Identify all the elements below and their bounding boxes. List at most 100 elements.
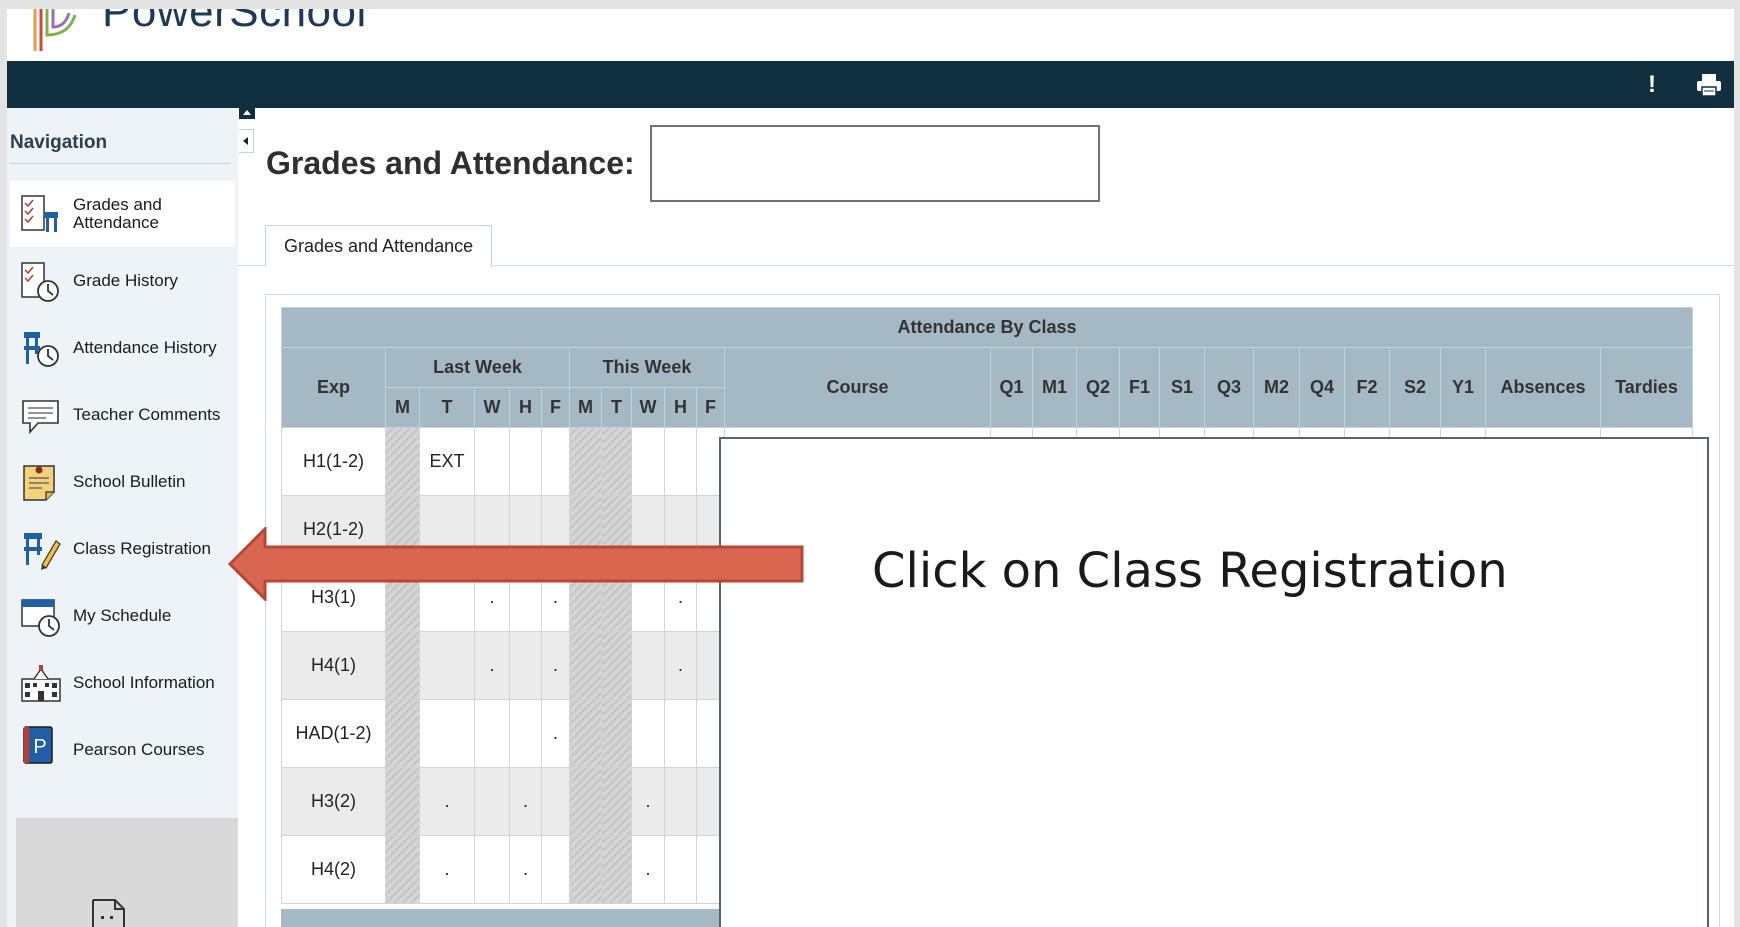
attendance-day-cell: . <box>419 835 475 904</box>
callout-box <box>719 437 1709 927</box>
grade-history-icon <box>21 262 59 302</box>
attendance-day-cell: . <box>509 835 542 904</box>
attendance-day-cell <box>385 631 420 700</box>
attendance-day-cell <box>601 767 632 836</box>
attendance-day-cell <box>631 699 665 768</box>
arrow-pointer-icon <box>227 527 804 601</box>
printer-icon[interactable] <box>1696 73 1722 97</box>
table-footer <box>281 909 719 927</box>
attendance-day-cell <box>474 835 510 904</box>
attendance-day-cell: . <box>419 767 475 836</box>
attendance-history-icon <box>24 332 59 367</box>
powerschool-logo[interactable]: PowerSchool <box>7 9 507 61</box>
day-header: F <box>541 387 570 428</box>
svg-text:P: P <box>33 736 46 758</box>
sidebar-item-pearson-courses[interactable]: P Pearson Courses <box>10 717 235 783</box>
page-title: Grades and Attendance: <box>266 145 635 181</box>
day-header: F <box>696 387 725 428</box>
column-header-q3: Q3 <box>1204 347 1254 428</box>
attendance-day-cell <box>601 699 632 768</box>
column-header-q1: Q1 <box>990 347 1033 428</box>
attendance-day-cell <box>541 427 570 496</box>
sidebar-item-label: School Bulletin <box>73 472 186 491</box>
sidebar-item-school-bulletin[interactable]: School Bulletin <box>10 449 235 515</box>
table-caption: Attendance By Class <box>281 307 1693 348</box>
sidebar-item-attendance-history[interactable]: Attendance History <box>10 315 235 381</box>
sidebar-item-class-registration[interactable]: Class Registration <box>10 516 235 582</box>
powerschool-logo-icon <box>33 9 77 51</box>
sidebar-item-label: My Schedule <box>73 606 172 625</box>
column-header-course[interactable]: Course <box>724 347 991 428</box>
grades-attendance-icon <box>21 195 58 232</box>
caret-up-icon <box>243 110 251 115</box>
attendance-day-cell <box>664 835 697 904</box>
attendance-day-cell <box>601 427 632 496</box>
attendance-day-cell <box>569 835 602 904</box>
exp-cell[interactable]: H4(1) <box>281 631 386 700</box>
tab-grades-and-attendance[interactable]: Grades and Attendance <box>265 225 493 267</box>
attendance-day-cell <box>569 767 602 836</box>
attendance-day-cell <box>569 699 602 768</box>
sidebar-item-label: Grade History <box>73 271 178 290</box>
app-frame: PowerSchool ! Navigation Grades and Atte… <box>7 9 1734 927</box>
attendance-day-cell <box>601 835 632 904</box>
day-header: M <box>569 387 602 428</box>
pearson-courses-icon: P <box>23 726 53 764</box>
attendance-day-cell <box>541 835 570 904</box>
column-header-q4: Q4 <box>1299 347 1345 428</box>
column-header-tardies: Tardies <box>1600 347 1693 428</box>
column-header-absences: Absences <box>1485 347 1601 428</box>
school-information-icon <box>21 665 61 702</box>
navigation-divider <box>10 163 230 164</box>
logo-text: PowerSchool <box>102 9 367 36</box>
attendance-day-cell <box>509 699 542 768</box>
sidebar-item-school-information[interactable]: School Information <box>10 650 235 716</box>
attendance-day-cell <box>474 427 510 496</box>
attendance-day-cell: . <box>541 699 570 768</box>
exp-cell[interactable]: H3(2) <box>281 767 386 836</box>
attendance-day-cell <box>569 427 602 496</box>
attendance-day-cell <box>509 427 542 496</box>
sidebar-item-teacher-comments[interactable]: Teacher Comments <box>10 382 235 448</box>
navigation-title: Navigation <box>10 132 108 153</box>
sidebar-item-my-schedule[interactable]: My Schedule <box>10 583 235 649</box>
sidebar-item-grade-history[interactable]: Grade History <box>10 248 235 314</box>
attendance-day-cell: . <box>631 767 665 836</box>
document-icon <box>92 899 125 927</box>
sidebar-item-label: Pearson Courses <box>73 740 205 759</box>
exp-cell[interactable]: H1(1-2) <box>281 427 386 496</box>
attendance-day-cell: EXT <box>419 427 475 496</box>
day-header: H <box>664 387 697 428</box>
day-header: T <box>601 387 632 428</box>
collapse-sidebar-button[interactable] <box>239 129 254 153</box>
attendance-day-cell: . <box>474 631 510 700</box>
day-header: W <box>474 387 510 428</box>
column-header-this-week: This Week <box>569 347 725 388</box>
column-header-exp[interactable]: Exp <box>281 347 386 428</box>
class-registration-icon <box>24 533 61 570</box>
attendance-day-cell <box>664 427 697 496</box>
column-header-s2: S2 <box>1389 347 1441 428</box>
sidebar-item-label: Class Registration <box>73 539 211 558</box>
sidebar-item-grades-and-attendance[interactable]: Grades and Attendance <box>10 181 235 247</box>
attendance-day-cell <box>664 767 697 836</box>
school-bulletin-icon <box>23 465 55 501</box>
column-header-q2: Q2 <box>1076 347 1120 428</box>
attendance-day-cell: . <box>664 631 697 700</box>
attendance-day-cell <box>385 767 420 836</box>
exp-cell[interactable]: H4(2) <box>281 835 386 904</box>
attendance-day-cell: . <box>631 835 665 904</box>
day-header: T <box>419 387 475 428</box>
alert-icon[interactable]: ! <box>1648 73 1656 97</box>
sidebar-bottom-panel <box>16 818 238 927</box>
attendance-day-cell <box>631 427 665 496</box>
collapse-up-button[interactable] <box>239 105 255 119</box>
attendance-day-cell <box>664 699 697 768</box>
attendance-day-cell <box>385 699 420 768</box>
exp-cell[interactable]: HAD(1-2) <box>281 699 386 768</box>
column-header-f2: F2 <box>1344 347 1390 428</box>
attendance-day-cell <box>385 427 420 496</box>
attendance-day-cell <box>385 835 420 904</box>
day-header: H <box>509 387 542 428</box>
attendance-day-cell <box>631 631 665 700</box>
